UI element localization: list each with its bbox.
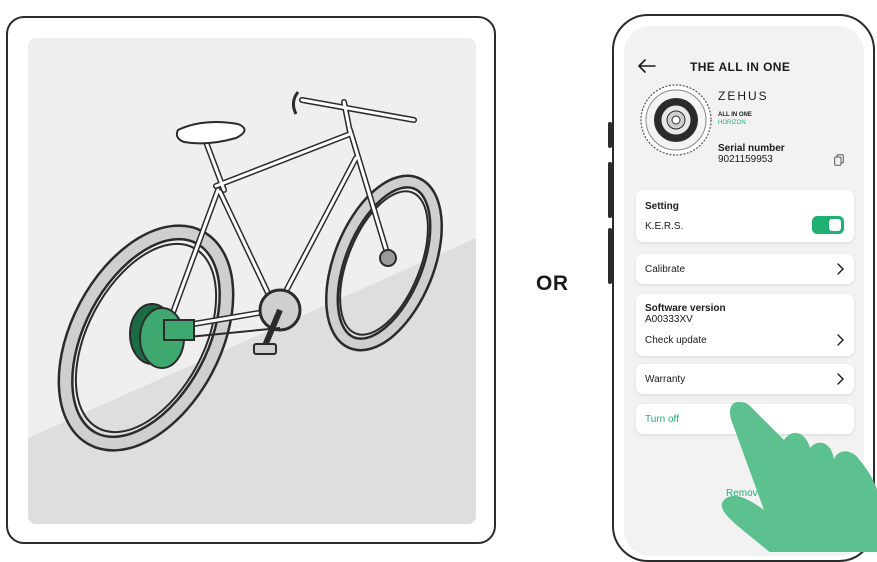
front-hub — [379, 249, 397, 267]
bell — [291, 91, 300, 115]
chevron-right-icon[interactable] — [837, 334, 844, 346]
chevron-right-icon — [837, 373, 844, 385]
setting-card: Setting K.E.R.S. — [636, 190, 854, 242]
kers-label: K.E.R.S. — [645, 221, 684, 232]
pointing-hand-icon — [721, 402, 877, 552]
software-version-card: Software version A00333XV Check update — [636, 294, 854, 356]
back-arrow-icon[interactable] — [638, 59, 656, 73]
saddle — [175, 121, 246, 145]
zehus-logo: ZEHUS — [718, 89, 769, 103]
kers-toggle-knob — [829, 219, 841, 231]
page-title: THE ALL IN ONE — [690, 60, 791, 74]
kers-toggle[interactable] — [812, 216, 844, 234]
warranty-label: Warranty — [645, 374, 686, 385]
app-header: THE ALL IN ONE — [624, 56, 864, 80]
bike-drawing — [28, 91, 476, 524]
warranty-row[interactable]: Warranty — [636, 364, 854, 394]
serial-number-label: Serial number — [718, 143, 785, 154]
model-variant: HORIZON — [718, 120, 746, 126]
hand-shape — [721, 402, 877, 552]
calibrate-row[interactable]: Calibrate — [636, 254, 854, 284]
phone-volume-up-button — [608, 162, 612, 218]
calibrate-label: Calibrate — [645, 264, 686, 275]
bike-illustration-panel — [6, 16, 496, 544]
phone-volume-down-button — [608, 228, 612, 284]
chevron-right-icon — [837, 263, 844, 275]
bike-scene — [28, 38, 476, 524]
pedal — [253, 343, 277, 355]
or-separator: OR — [536, 272, 569, 295]
brand-text: ZEHUS — [718, 89, 769, 103]
hub-motor-icon — [640, 84, 712, 156]
software-version-title: Software version — [645, 303, 726, 314]
turn-off-label: Turn off — [645, 414, 679, 425]
motor-plate — [163, 319, 195, 341]
software-version-value: A00333XV — [645, 314, 693, 325]
check-update-link[interactable]: Check update — [645, 335, 707, 346]
serial-number-value: 9021159953 — [718, 154, 773, 165]
setting-title: Setting — [645, 201, 679, 212]
model-name: ALL IN ONE — [718, 112, 752, 118]
copy-icon[interactable] — [834, 154, 844, 166]
phone-side-button — [608, 122, 612, 148]
